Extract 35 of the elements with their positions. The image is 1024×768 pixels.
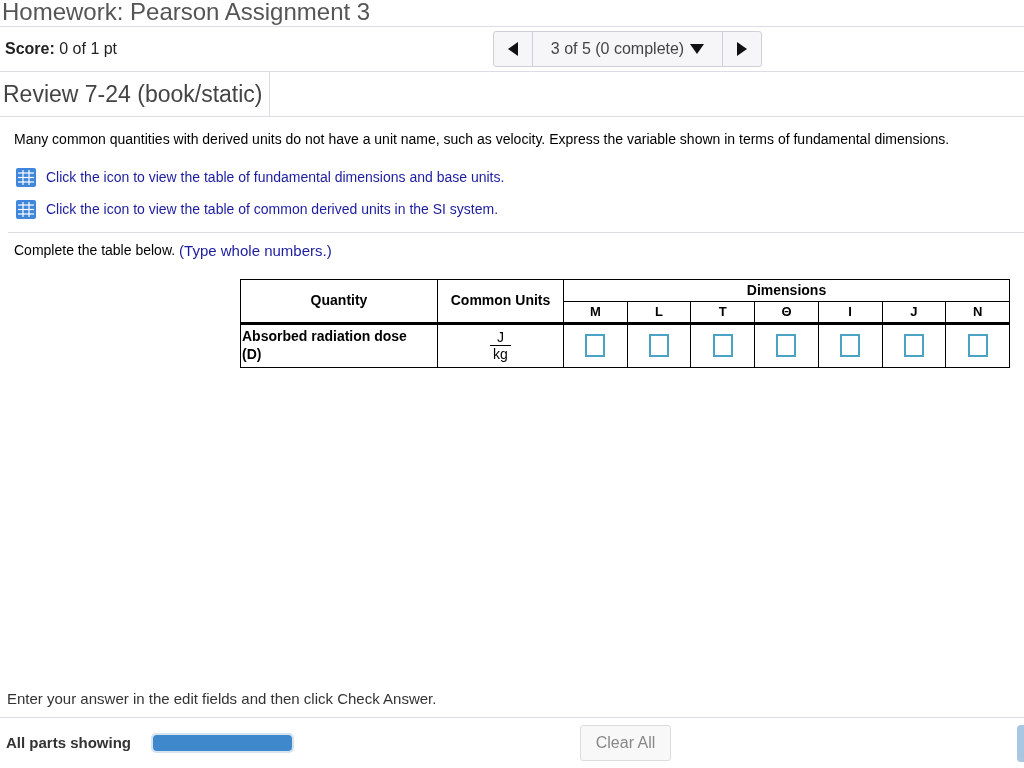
- answer-box[interactable]: [903, 334, 924, 357]
- unit-fraction: J kg: [438, 329, 563, 362]
- page-title: Homework: Pearson Assignment 3: [2, 0, 371, 25]
- table-icon[interactable]: [16, 168, 36, 187]
- answer-box[interactable]: [967, 334, 988, 357]
- dimension-header: M: [563, 301, 628, 323]
- answer-box[interactable]: [712, 334, 733, 357]
- triangle-left-icon: [508, 42, 518, 56]
- column-header: Quantity: [240, 279, 438, 323]
- triangle-right-icon: [737, 42, 747, 56]
- instruction-text: Complete the table below.: [14, 241, 176, 260]
- table-icon[interactable]: [16, 200, 36, 219]
- parts-label: All parts showing: [6, 732, 131, 753]
- footer-instructions: Enter your answer in the edit fields and then click Check Answer.: [6, 688, 438, 709]
- caret-icon: [690, 44, 705, 54]
- partial-button[interactable]: [1017, 724, 1024, 762]
- column-header: Common Units: [437, 279, 564, 323]
- dimension-header: T: [690, 301, 755, 323]
- answer-box[interactable]: [840, 334, 861, 357]
- answer-box[interactable]: [776, 334, 797, 357]
- table-link[interactable]: Click the icon to view the table of fundamental dimensions and base units.: [46, 167, 505, 188]
- quantity-cell: Absorbed radiation dose (D): [240, 323, 438, 367]
- question-text: Many common quantities with derived units do not have a unit name, such as velocity. Express the variable shown in terms of fundamental dimensions.: [14, 130, 951, 148]
- dimension-header: Θ: [754, 301, 819, 323]
- answer-box[interactable]: [585, 334, 606, 357]
- score-text: Score: 0 of 1 pt: [5, 39, 118, 59]
- table-link[interactable]: Click the icon to view the table of common derived units in the SI system.: [46, 199, 499, 220]
- section-title: Review 7-24 (book/static): [0, 72, 270, 116]
- hint-text: (Type whole numbers.): [179, 241, 332, 261]
- dimension-header: J: [882, 301, 946, 323]
- dimension-header: I: [818, 301, 882, 323]
- answer-box[interactable]: [649, 334, 670, 357]
- dimension-header: L: [627, 301, 691, 323]
- dimension-header: N: [945, 301, 1010, 323]
- column-group-header: Dimensions: [563, 279, 1010, 301]
